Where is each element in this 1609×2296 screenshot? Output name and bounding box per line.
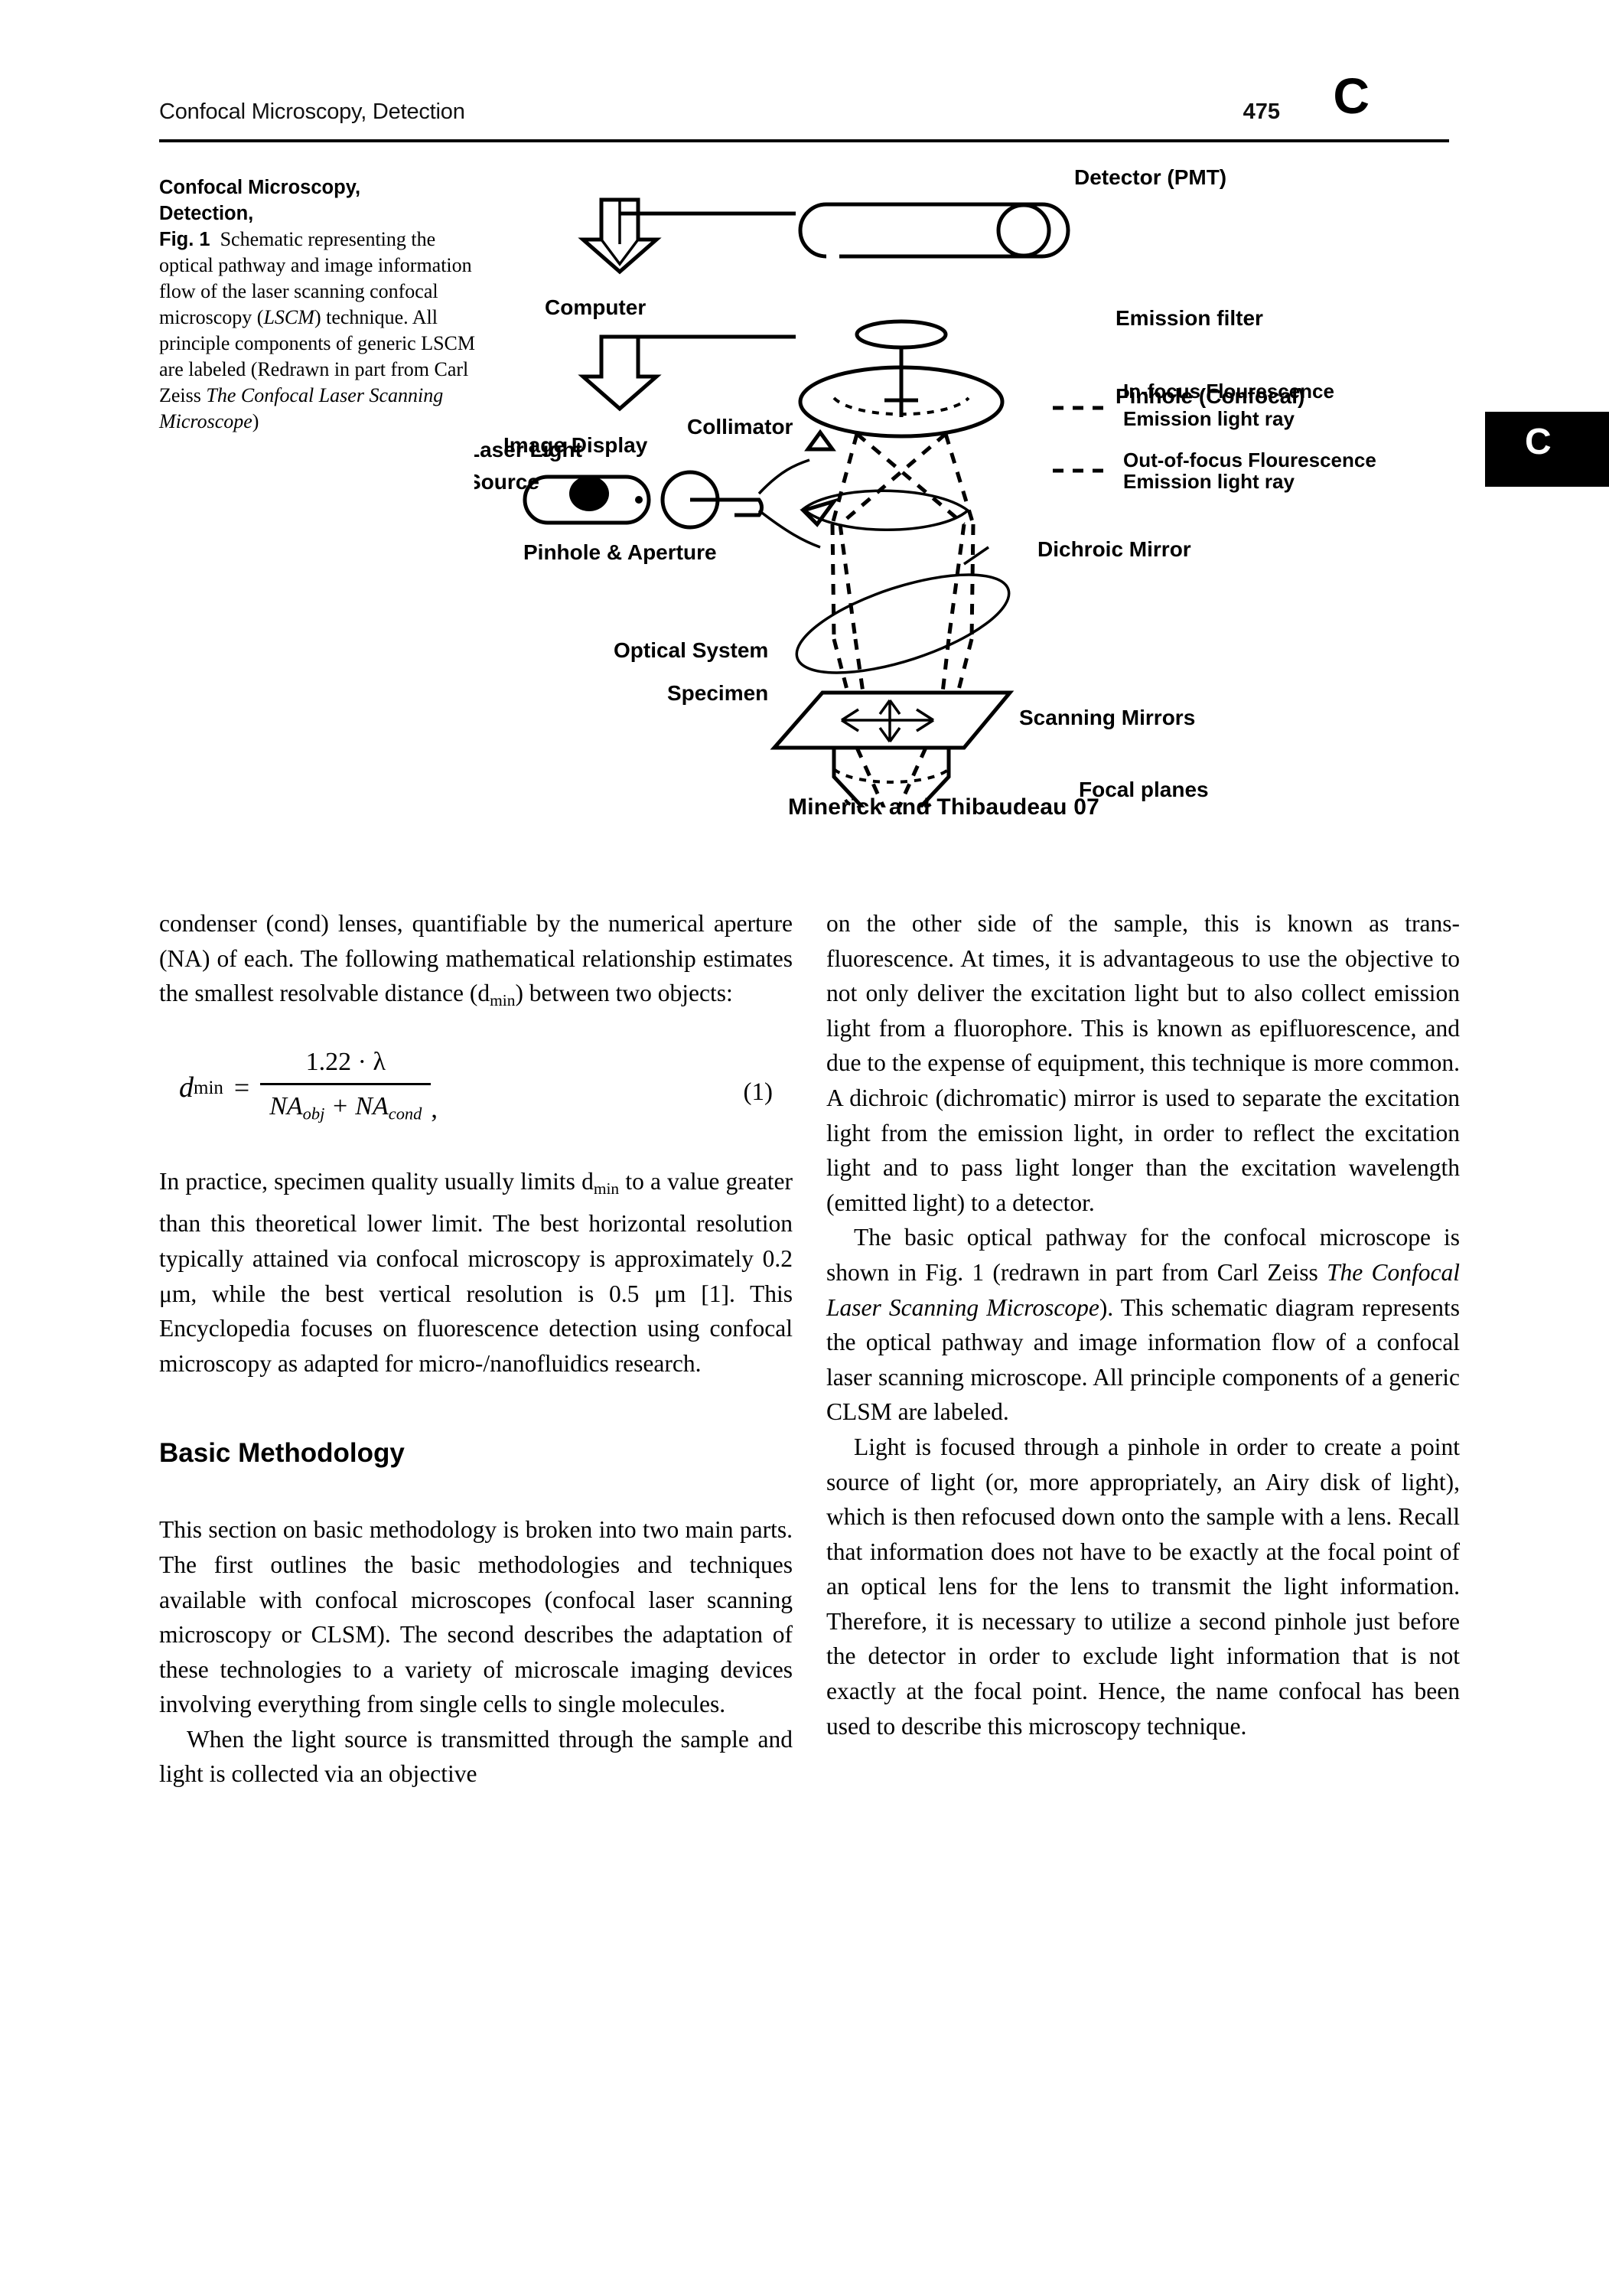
para2-text-b: to a value greater than this theoretical… — [159, 1167, 793, 1377]
image-display-arrow — [578, 334, 796, 412]
equation-den-plus: + — [331, 1092, 349, 1121]
paragraph-light-is-focused: Light is focused through a pinhole in or… — [826, 1433, 1460, 1740]
confocal-microscope-schematic-svg: .lbl { font-family:"Liberation Sans", sa… — [474, 165, 1376, 807]
dichroic-mirror-glyph — [795, 573, 1011, 674]
thumb-index-tab-letter: C — [1525, 422, 1552, 462]
para1-text-b: ) between two objects: — [515, 980, 733, 1007]
emission-filter-glyph — [855, 319, 948, 394]
label-specimen: Specimen — [667, 681, 768, 705]
label-laser-line1: Laser Light — [474, 438, 582, 461]
para2-subscript: min — [593, 1179, 620, 1198]
page-number: 475 — [1243, 99, 1280, 124]
legend-out-focus-label-2: Emission light ray — [1123, 470, 1295, 493]
figure-caption-italic-1: LSCM — [263, 306, 314, 328]
equation-lhs-symbol: d — [179, 1071, 194, 1104]
legend-in-focus-label-1: In-focus Flourescence — [1123, 380, 1334, 403]
figure-caption-body: Fig. 1 Schematic representing the optica… — [159, 227, 480, 435]
equation-den-na-obj: NA — [269, 1092, 303, 1121]
figure-1-schematic: .lbl { font-family:"Liberation Sans", sa… — [474, 165, 1461, 807]
detector-pmt-glyph — [798, 202, 1070, 259]
running-head: Confocal Microscopy, Detection 475 C — [159, 70, 1445, 136]
figure-caption-entry-line1: Confocal Microscopy, — [159, 177, 361, 198]
label-collimator: Collimator — [687, 415, 793, 439]
label-optical-system: Optical System — [614, 638, 768, 662]
thumb-index-tab: C — [1485, 412, 1609, 487]
para2-text-a: In practice, specimen quality usually li… — [159, 1167, 594, 1195]
section-heading-basic-methodology: Basic Methodology — [159, 1438, 405, 1469]
document-page: Confocal Microscopy, Detection 475 C C C… — [0, 0, 1609, 2296]
equation-number: (1) — [743, 1078, 773, 1106]
label-pinhole-aperture: Pinhole & Aperture — [523, 540, 717, 564]
figure-number: Fig. 1 — [159, 229, 210, 250]
running-head-title: Confocal Microscopy, Detection — [159, 99, 465, 124]
body-column-right: on the other side of the sample, this is… — [826, 906, 1460, 1743]
legend-out-focus-label-1: Out-of-focus Flourescence — [1123, 448, 1376, 471]
paragraph-basic-optical-pathway: The basic optical pathway for the confoc… — [826, 1220, 1460, 1430]
figure-caption-text-3: ) — [252, 410, 259, 432]
equation-1-block: d min = 1.22 · λ NAobj + NAcond , (1) — [159, 1028, 793, 1156]
equation-equals-sign: = — [233, 1071, 250, 1103]
equation-trailing-comma: , — [431, 1094, 438, 1124]
label-laser-line2: Source — [474, 470, 539, 494]
paragraph-other-side: on the other side of the sample, this is… — [826, 910, 1460, 1216]
equation-denominator: NAobj + NAcond — [260, 1085, 431, 1131]
paragraph-when-the-light: When the light source is transmitted thr… — [159, 1725, 793, 1788]
equation-den-na-cond: NA — [355, 1092, 389, 1121]
paragraph-this-section: This section on basic methodology is bro… — [159, 1516, 793, 1718]
equation-1-body: d min = 1.22 · λ NAobj + NAcond , — [179, 1045, 438, 1131]
laser-source-glyph — [523, 475, 651, 525]
section-letter: C — [1333, 67, 1370, 124]
figure-caption-entry-line2: Detection, — [159, 203, 254, 224]
paragraph-condenser: condenser (cond) lenses, quantifiable by… — [159, 906, 793, 1019]
label-emission-filter: Emission filter — [1116, 306, 1263, 330]
header-rule — [159, 139, 1449, 142]
collector-lens-glyph — [800, 489, 970, 531]
computer-arrow — [578, 197, 796, 275]
equation-fraction: 1.22 · λ NAobj + NAcond — [260, 1045, 432, 1131]
figure-credit: Minerick and Thibaudeau 07 — [788, 794, 1099, 820]
equation-den-cond-sub: cond — [388, 1104, 422, 1124]
label-detector: Detector (PMT) — [1074, 165, 1226, 189]
para1-subscript: min — [490, 991, 516, 1010]
legend-in-focus-label-2: Emission light ray — [1123, 407, 1295, 430]
paragraph-in-practice: In practice, specimen quality usually li… — [159, 1164, 793, 1381]
equation-lhs-subscript: min — [194, 1077, 223, 1098]
body-column-left: condenser (cond) lenses, quantifiable by… — [159, 906, 793, 1792]
dichroic-leader — [963, 546, 989, 566]
label-scanning-mirrors: Scanning Mirrors — [1019, 706, 1195, 729]
scanning-mirrors-glyph — [770, 690, 1015, 750]
label-computer: Computer — [545, 295, 646, 319]
equation-numerator: 1.22 · λ — [305, 1047, 386, 1076]
equation-den-obj-sub: obj — [302, 1104, 325, 1124]
emission-ray-cones — [830, 432, 975, 693]
collimator-leader — [757, 429, 836, 549]
label-dichroic-mirror: Dichroic Mirror — [1037, 537, 1191, 561]
pinhole-aperture-glyph — [660, 470, 764, 530]
figure-caption: Confocal Microscopy, Detection, Fig. 1 S… — [159, 174, 480, 435]
